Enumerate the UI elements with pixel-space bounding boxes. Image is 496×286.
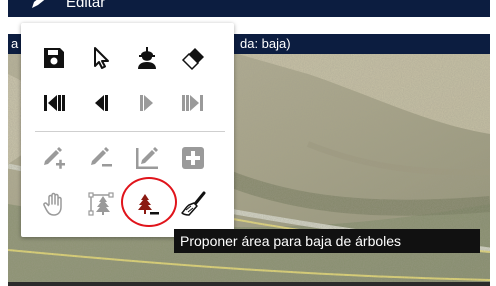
bottom-strip <box>8 282 490 286</box>
eraser-icon[interactable] <box>180 45 206 71</box>
layer-info-text: da: baja) <box>240 36 291 51</box>
previous-icon[interactable] <box>88 90 114 116</box>
window-title-bar: Editar <box>8 0 490 17</box>
save-icon[interactable] <box>41 45 67 71</box>
pencil-icon <box>32 0 45 8</box>
last-icon[interactable] <box>180 90 206 116</box>
first-icon[interactable] <box>41 90 67 116</box>
tooltip: Proponer área para baja de árboles <box>174 229 480 253</box>
brush-icon[interactable] <box>180 191 206 217</box>
pan-hand-icon[interactable] <box>41 191 67 217</box>
highlight-circle <box>121 177 177 227</box>
window-title: Editar <box>66 0 106 11</box>
add-point-icon[interactable] <box>41 145 67 171</box>
add-box-icon[interactable] <box>180 145 206 171</box>
next-icon[interactable] <box>134 90 160 116</box>
edit-line-icon[interactable] <box>134 145 160 171</box>
worker-icon[interactable] <box>134 45 160 71</box>
cursor-arrow-icon[interactable] <box>88 45 114 71</box>
toolbar-divider <box>35 131 225 132</box>
edit-pencil-icon[interactable] <box>88 145 114 171</box>
tree-vertices-icon[interactable] <box>88 191 114 217</box>
layer-info-lead: a <box>11 36 19 51</box>
